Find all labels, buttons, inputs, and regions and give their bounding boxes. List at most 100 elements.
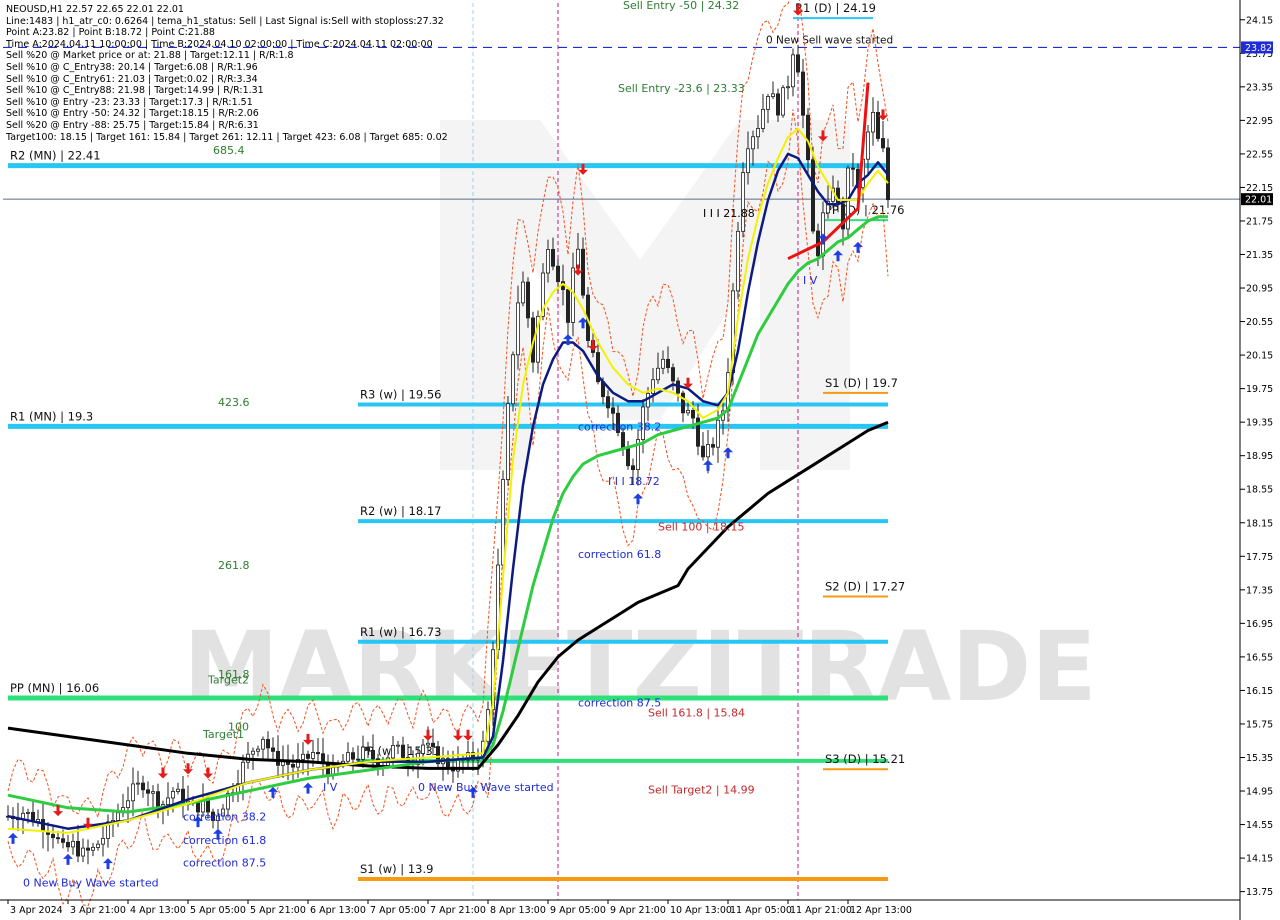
annotation-label: I V — [323, 781, 338, 794]
y-tick-label: 14.95 — [1246, 787, 1273, 798]
candle-body — [430, 742, 435, 747]
candle-body — [350, 752, 355, 760]
annotation-label: I I I 18.72 — [608, 475, 660, 488]
x-tick-label: 7 Apr 05:00 — [370, 905, 426, 916]
candle-body — [96, 843, 101, 848]
candle-body — [135, 782, 140, 785]
x-tick-label: 6 Apr 13:00 — [310, 905, 366, 916]
candle-body — [290, 764, 295, 768]
candle-body — [305, 753, 310, 759]
y-tick-label: 19.75 — [1246, 384, 1273, 395]
annotation-label: correction 61.8 — [183, 834, 266, 847]
y-tick-label: 20.95 — [1246, 284, 1273, 295]
x-tick-label: 3 Apr 2024 — [10, 905, 63, 916]
annotation-label: correction 61.8 — [578, 548, 661, 561]
level-label: S3 (D) | 15.21 — [825, 752, 905, 766]
candle-body — [370, 750, 375, 760]
candle-body — [500, 479, 505, 566]
candle-body — [791, 54, 796, 88]
level-label: S1 (w) | 13.9 — [360, 862, 433, 876]
candle-body — [275, 750, 280, 766]
candle-body — [345, 752, 350, 762]
info-panel: NEOUSD,H1 22.57 22.65 22.01 22.01 Line:1… — [6, 4, 448, 143]
info-line: Time A:2024.04.11 10:00:00 | Time B:2024… — [6, 38, 433, 50]
level-label: R1 (D) | 24.19 — [795, 1, 876, 15]
candle-body — [240, 761, 245, 785]
candle-body — [260, 739, 265, 750]
x-tick-label: 3 Apr 21:00 — [70, 905, 126, 916]
x-tick-label: 11 Apr 21:00 — [790, 905, 852, 916]
candle-body — [581, 248, 586, 296]
candle-body — [270, 747, 275, 752]
y-tick-label: 14.55 — [1246, 820, 1273, 831]
annotation-label: Target1 — [202, 728, 244, 741]
candle-body — [86, 847, 91, 851]
y-tick-label: 16.15 — [1246, 686, 1273, 697]
candle-body — [315, 752, 320, 755]
candle-body — [265, 739, 270, 749]
candle-body — [51, 834, 56, 839]
y-tick-label: 15.75 — [1246, 719, 1273, 730]
candle-body — [526, 281, 531, 319]
candle-body — [691, 409, 696, 419]
candle-body — [606, 396, 611, 409]
level-label: R1 (w) | 16.73 — [360, 625, 441, 639]
candle-body — [250, 750, 255, 755]
candle-body — [130, 783, 135, 802]
candle-body — [66, 841, 71, 848]
candle-body — [881, 138, 886, 149]
candle-body — [701, 445, 706, 458]
y-tick-label: 22.95 — [1246, 116, 1273, 127]
annotation-label: Sell Target2 | 14.99 — [648, 784, 755, 797]
candle-body — [706, 444, 711, 458]
candle-body — [776, 93, 781, 116]
x-tick-label: 9 Apr 05:00 — [550, 905, 606, 916]
candle-body — [681, 392, 686, 414]
y-tick-label: 20.15 — [1246, 351, 1273, 362]
y-tick-label: 18.95 — [1246, 451, 1273, 462]
y-tick-label: 18.15 — [1246, 518, 1273, 529]
info-line: Point A:23.82 | Point B:18.72 | Point C:… — [6, 27, 215, 39]
annotation-label: Sell 100 | 18.15 — [658, 520, 745, 533]
y-tick-label: 22.55 — [1246, 149, 1273, 160]
y-tick-label: 23.35 — [1246, 82, 1273, 93]
candle-body — [736, 230, 741, 292]
candle-body — [400, 744, 405, 758]
candle-body — [101, 838, 106, 845]
candle-body — [811, 159, 816, 232]
x-tick-label: 7 Apr 21:00 — [430, 905, 486, 916]
level-label: S2 (D) | 17.27 — [825, 580, 905, 594]
y-tick-label: 17.35 — [1246, 585, 1273, 596]
candle-body — [91, 846, 96, 851]
annotation-label: 423.6 — [218, 396, 250, 409]
candle-body — [866, 131, 871, 160]
candle-body — [801, 71, 806, 116]
y-tick-label: 20.55 — [1246, 317, 1273, 328]
candle-body — [806, 114, 811, 161]
candle-body — [71, 840, 76, 848]
candle-body — [766, 96, 771, 110]
y-tick-label: 22.15 — [1246, 183, 1273, 194]
x-tick-label: 12 Apr 13:00 — [850, 905, 912, 916]
candle-body — [786, 86, 791, 89]
candle-body — [771, 93, 776, 97]
candle-body — [425, 742, 430, 746]
candle-body — [796, 54, 801, 73]
info-line: Sell %20 @ Entry -88: 25.75 | Target:15.… — [6, 119, 259, 131]
candle-body — [551, 249, 556, 267]
level-label: R1 (MN) | 19.3 — [10, 409, 93, 423]
candle-body — [716, 419, 721, 448]
candle-body — [621, 432, 626, 449]
annotation-label: Sell 161.8 | 15.84 — [648, 706, 745, 719]
y-tick-label: 21.75 — [1246, 216, 1273, 227]
annotation-label: Sell Entry -50 | 24.32 — [623, 0, 739, 12]
candle-body — [851, 167, 856, 170]
price-label-text: 22.01 — [1245, 195, 1272, 206]
y-tick-label: 24.15 — [1246, 15, 1273, 26]
y-tick-label: 13.75 — [1246, 887, 1273, 898]
info-line: Sell %10 @ Entry -50: 24.32 | Target:18.… — [6, 108, 259, 120]
candle-body — [711, 444, 716, 448]
level-label: R3 (w) | 19.56 — [360, 388, 441, 402]
candle-body — [76, 840, 81, 857]
candle-body — [751, 136, 756, 150]
